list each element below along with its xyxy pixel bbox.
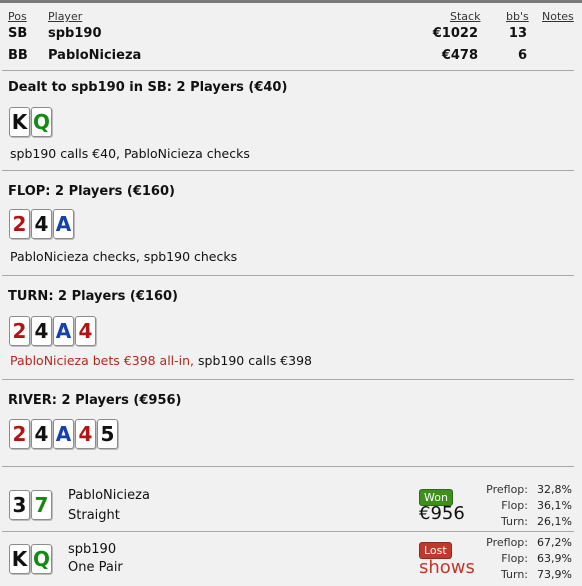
player-pos: SB [8, 26, 28, 41]
divider [2, 275, 574, 276]
stat-value: 67,2% [537, 536, 572, 549]
playing-card-q-clubs: Q [31, 107, 52, 137]
stat-value: 63,9% [537, 552, 572, 565]
equity-stats: Preflop: 67,2% Flop: 63,9% Turn: 73,9% [474, 535, 572, 583]
divider [2, 170, 574, 171]
playing-card-4-spades: 4 [31, 316, 52, 346]
divider [2, 531, 574, 532]
player-name[interactable]: spb190 [48, 26, 102, 41]
playing-card-2-hearts: 2 [9, 209, 30, 239]
preflop-title: Dealt to spb190 in SB: 2 Players (€40) [8, 80, 288, 95]
stat-value: 36,1% [537, 499, 572, 512]
player-bbs: 6 [517, 48, 527, 63]
player-name[interactable]: PabloNicieza [48, 48, 141, 63]
flop-title: FLOP: 2 Players (€160) [8, 184, 175, 199]
flop-cards: 24A [9, 209, 75, 239]
stat-value: 32,8% [537, 483, 572, 496]
turn-action-rest: spb190 calls €398 [194, 353, 312, 368]
result-cards: KQ [9, 544, 53, 574]
stat-label: Preflop: [486, 483, 528, 496]
divider [2, 70, 574, 71]
header-notes[interactable]: Notes [542, 10, 574, 23]
playing-card-a-diamonds: A [53, 209, 74, 239]
equity-stats: Preflop: 32,8% Flop: 36,1% Turn: 26,1% [474, 482, 572, 530]
playing-card-k-spades: K [9, 107, 30, 137]
player-stack: €1022 [432, 26, 478, 41]
result-amount: €956 [419, 503, 465, 524]
playing-card-4-hearts: 4 [75, 316, 96, 346]
playing-card-4-spades: 4 [31, 419, 52, 449]
playing-card-2-hearts: 2 [9, 419, 30, 449]
playing-card-4-hearts: 4 [75, 419, 96, 449]
divider [2, 379, 574, 380]
playing-card-k-spades: K [9, 544, 30, 574]
result-hand: One Pair [68, 560, 123, 575]
player-bbs: 13 [508, 26, 527, 41]
playing-card-5-spades: 5 [97, 419, 118, 449]
stat-row: Turn: 26,1% [474, 514, 572, 530]
divider [2, 466, 574, 467]
stat-row: Turn: 73,9% [474, 567, 572, 583]
playing-card-3-spades: 3 [9, 490, 30, 520]
stat-label: Flop: [501, 552, 528, 565]
stat-label: Turn: [500, 515, 528, 528]
stat-label: Turn: [500, 568, 528, 581]
playing-card-a-diamonds: A [53, 419, 74, 449]
header-stack[interactable]: Stack [450, 10, 480, 23]
header-pos[interactable]: Pos [8, 10, 27, 23]
player-pos: BB [8, 48, 28, 63]
playing-card-4-spades: 4 [31, 209, 52, 239]
header-player[interactable]: Player [48, 10, 82, 23]
playing-card-q-clubs: Q [31, 544, 52, 574]
playing-card-a-diamonds: A [53, 316, 74, 346]
stat-row: Preflop: 67,2% [474, 535, 572, 551]
turn-action-highlight: PabloNicieza bets €398 all-in, [10, 353, 195, 368]
turn-action: PabloNicieza bets €398 all-in, spb190 ca… [10, 353, 312, 368]
river-title: RIVER: 2 Players (€956) [8, 393, 182, 408]
preflop-cards: KQ [9, 107, 53, 137]
playing-card-2-hearts: 2 [9, 316, 30, 346]
result-player-name[interactable]: PabloNicieza [68, 488, 150, 503]
stat-row: Preflop: 32,8% [474, 482, 572, 498]
river-cards: 24A45 [9, 419, 119, 449]
stat-value: 26,1% [537, 515, 572, 528]
stat-row: Flop: 63,9% [474, 551, 572, 567]
result-cards: 37 [9, 490, 53, 520]
playing-card-7-clubs: 7 [31, 490, 52, 520]
stat-label: Flop: [501, 499, 528, 512]
flop-action: PabloNicieza checks, spb190 checks [10, 249, 238, 264]
result-hand: Straight [68, 508, 120, 523]
stat-value: 73,9% [537, 568, 572, 581]
stat-row: Flop: 36,1% [474, 498, 572, 514]
result-amount: shows [419, 557, 475, 578]
header-bbs[interactable]: bb's [506, 10, 529, 23]
preflop-action: spb190 calls €40, PabloNicieza checks [10, 146, 250, 161]
turn-cards: 24A4 [9, 316, 97, 346]
result-player-name[interactable]: spb190 [68, 542, 116, 557]
stat-label: Preflop: [486, 536, 528, 549]
player-stack: €478 [441, 48, 478, 63]
turn-title: TURN: 2 Players (€160) [8, 289, 178, 304]
